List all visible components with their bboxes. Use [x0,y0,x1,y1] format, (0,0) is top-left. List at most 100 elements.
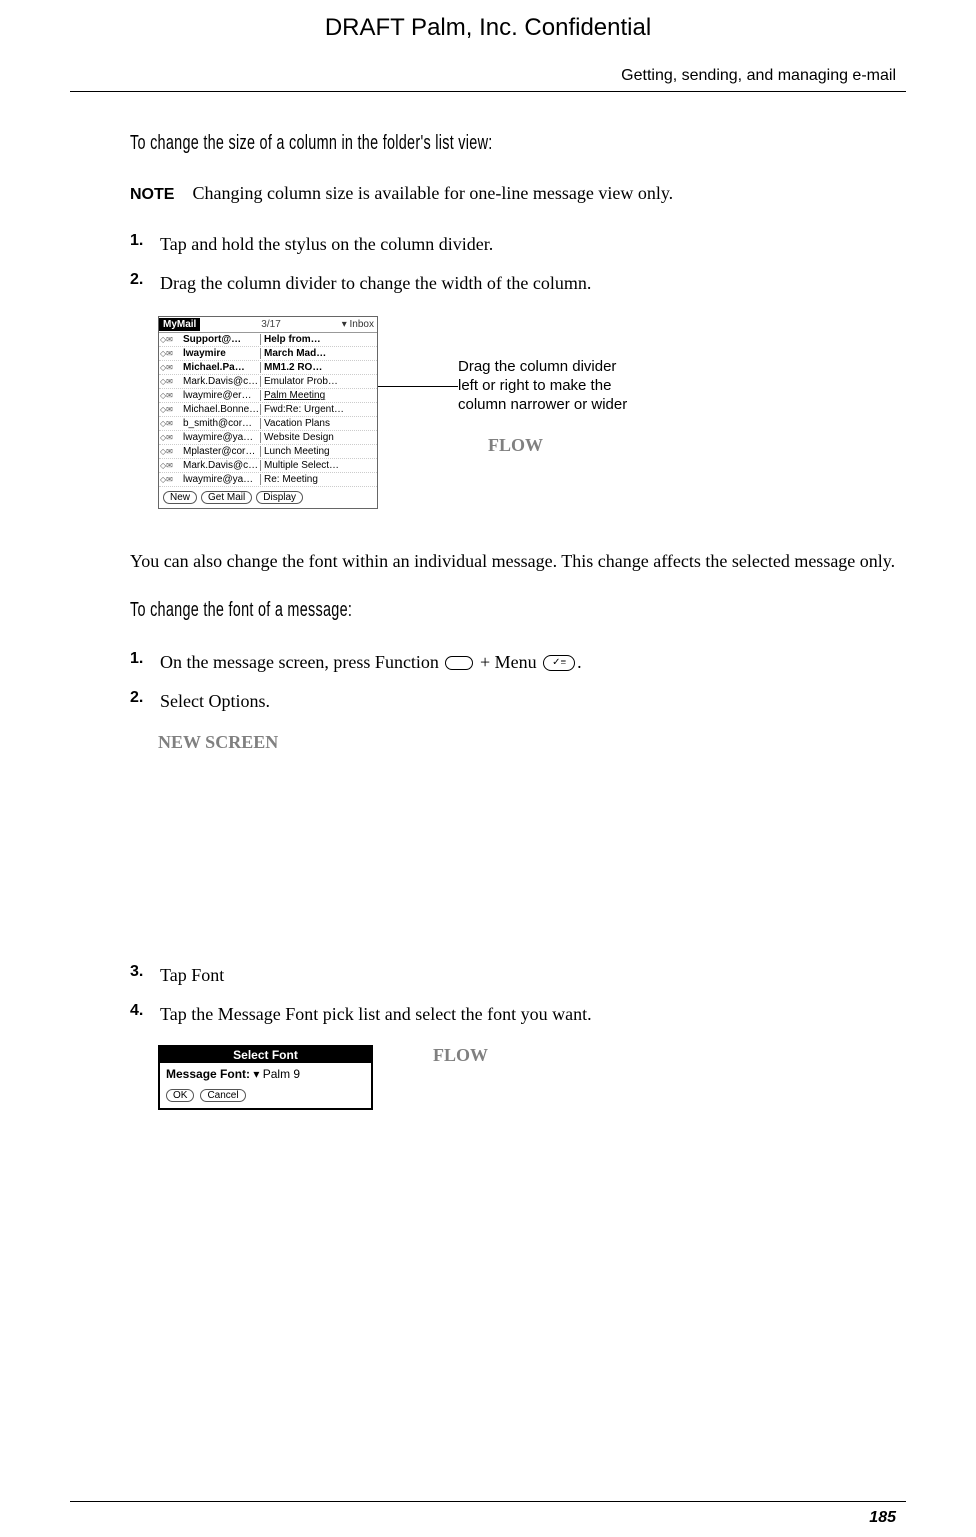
list-item[interactable]: ◇✉lwaymireMarch Mad… [159,347,377,361]
ok-button[interactable]: OK [166,1089,194,1102]
list-item[interactable]: ◇✉Support@…Help from… [159,333,377,347]
device-screenshot-inbox: MyMail 3/17 ▾ Inbox ◇✉Support@…Help from… [158,316,378,509]
step-2-font: 2. Select Options. [130,689,896,714]
mail-status-icon: ◇✉ [159,461,183,470]
step-text: Tap the Message Font pick list and selec… [160,1002,896,1027]
sender-cell: lwaymire [183,348,261,359]
subject-cell: Vacation Plans [261,418,377,429]
footer-divider [70,1501,906,1502]
select-font-dialog: Select Font Message Font: ▾ Palm 9 OK Ca… [158,1045,373,1110]
subject-cell: MM1.2 RO… [261,362,377,373]
device-titlebar: MyMail 3/17 ▾ Inbox [159,317,377,333]
sender-cell: Support@… [183,334,261,345]
figure-column-divider: MyMail 3/17 ▾ Inbox ◇✉Support@…Help from… [158,316,896,509]
mail-status-icon: ◇✉ [159,391,183,400]
list-item[interactable]: ◇✉Mplaster@cor…Lunch Meeting [159,445,377,459]
list-item[interactable]: ◇✉Mark.Davis@c…Emulator Prob… [159,375,377,389]
list-item[interactable]: ◇✉lwaymire@ya…Re: Meeting [159,473,377,487]
step-number: 3. [130,963,150,988]
mail-status-icon: ◇✉ [159,377,183,386]
sender-cell: Michael.Pa… [183,362,261,373]
step-text: On the message screen, press Function + … [160,650,896,675]
step-1-font: 1. On the message screen, press Function… [130,650,896,675]
step-text: Drag the column divider to change the wi… [160,271,896,296]
flow-placeholder: FLOW [433,1045,488,1066]
subject-cell: Emulator Prob… [261,376,377,387]
step-3-font: 3. Tap Font [130,963,896,988]
note-line: NOTE Changing column size is available f… [130,183,896,204]
paragraph-font-intro: You can also change the font within an i… [130,549,896,574]
step-1: 1. Tap and hold the stylus on the column… [130,232,896,257]
callout-leader-line [378,386,458,387]
list-item[interactable]: ◇✉b_smith@cor…Vacation Plans [159,417,377,431]
sender-cell: Mark.Davis@c… [183,460,261,471]
note-text: Changing column size is available for on… [192,183,673,203]
subject-cell: Lunch Meeting [261,446,377,457]
list-item[interactable]: ◇✉Michael.Bonne…Fwd:Re: Urgent… [159,403,377,417]
flow-placeholder: FLOW [488,435,638,456]
message-list: ◇✉Support@…Help from…◇✉lwaymireMarch Mad… [159,333,377,487]
step-number: 1. [130,232,150,257]
subject-cell: Re: Meeting [261,474,377,485]
step-number: 2. [130,271,150,296]
section-title-change-font: To change the font of a message: [130,599,902,622]
section-title-column-size: To change the size of a column in the fo… [130,132,902,155]
sender-cell: Mplaster@cor… [183,446,261,457]
date-label: 3/17 [200,319,341,330]
step-2: 2. Drag the column divider to change the… [130,271,896,296]
dropdown-arrow-icon: ▾ [342,319,347,330]
list-item[interactable]: ◇✉Mark.Davis@c…Multiple Select… [159,459,377,473]
step-4-font: 4. Tap the Message Font pick list and se… [130,1002,896,1027]
folder-dropdown[interactable]: ▾ Inbox [342,319,377,330]
message-font-value: Palm 9 [263,1067,300,1081]
dialog-button-row: OK Cancel [160,1083,371,1108]
mail-status-icon: ◇✉ [159,363,183,372]
display-button[interactable]: Display [256,491,303,504]
function-key-icon [445,656,473,670]
step-text: Select Options. [160,689,896,714]
folder-name: Inbox [350,319,374,330]
dialog-body: Message Font: ▾ Palm 9 [160,1063,371,1083]
mail-status-icon: ◇✉ [159,447,183,456]
mail-status-icon: ◇✉ [159,419,183,428]
subject-cell: Help from… [261,334,377,345]
subject-cell: Fwd:Re: Urgent… [261,404,377,415]
sender-cell: lwaymire@ya… [183,432,261,443]
message-font-picklist[interactable]: ▾ Palm 9 [253,1067,300,1081]
cancel-button[interactable]: Cancel [200,1089,245,1102]
message-font-label: Message Font: [166,1067,250,1081]
subject-cell: Palm Meeting [261,390,377,401]
get-mail-button[interactable]: Get Mail [201,491,252,504]
sender-cell: b_smith@cor… [183,418,261,429]
subject-cell: Website Design [261,432,377,443]
step-text: Tap Font [160,963,896,988]
app-name-label: MyMail [159,318,200,331]
mail-status-icon: ◇✉ [159,475,183,484]
mail-status-icon: ◇✉ [159,433,183,442]
figure-select-font-dialog: Select Font Message Font: ▾ Palm 9 OK Ca… [158,1045,896,1110]
callout-text: Drag the column divider left or right to… [458,358,638,414]
sender-cell: Michael.Bonne… [183,404,261,415]
list-item[interactable]: ◇✉lwaymire@ya…Website Design [159,431,377,445]
dialog-title: Select Font [160,1047,371,1063]
note-label: NOTE [130,186,174,203]
list-item[interactable]: ◇✉Michael.Pa…MM1.2 RO… [159,361,377,375]
draft-confidential-header: DRAFT Palm, Inc. Confidential [0,0,976,67]
device-button-row: New Get Mail Display [159,487,377,508]
new-button[interactable]: New [163,491,197,504]
page-section-header: Getting, sending, and managing e-mail [0,67,976,91]
mail-status-icon: ◇✉ [159,349,183,358]
sender-cell: Mark.Davis@c… [183,376,261,387]
menu-key-icon: ✓≡ [543,655,575,671]
sender-cell: lwaymire@ya… [183,474,261,485]
subject-cell: Multiple Select… [261,460,377,471]
mail-status-icon: ◇✉ [159,335,183,344]
list-item[interactable]: ◇✉lwaymire@er…Palm Meeting [159,389,377,403]
step-text: Tap and hold the stylus on the column di… [160,232,896,257]
mail-status-icon: ◇✉ [159,405,183,414]
step-number: 1. [130,650,150,675]
page-number: 185 [869,1509,896,1527]
new-screen-placeholder: NEW SCREEN [158,732,896,753]
step-number: 4. [130,1002,150,1027]
step-number: 2. [130,689,150,714]
